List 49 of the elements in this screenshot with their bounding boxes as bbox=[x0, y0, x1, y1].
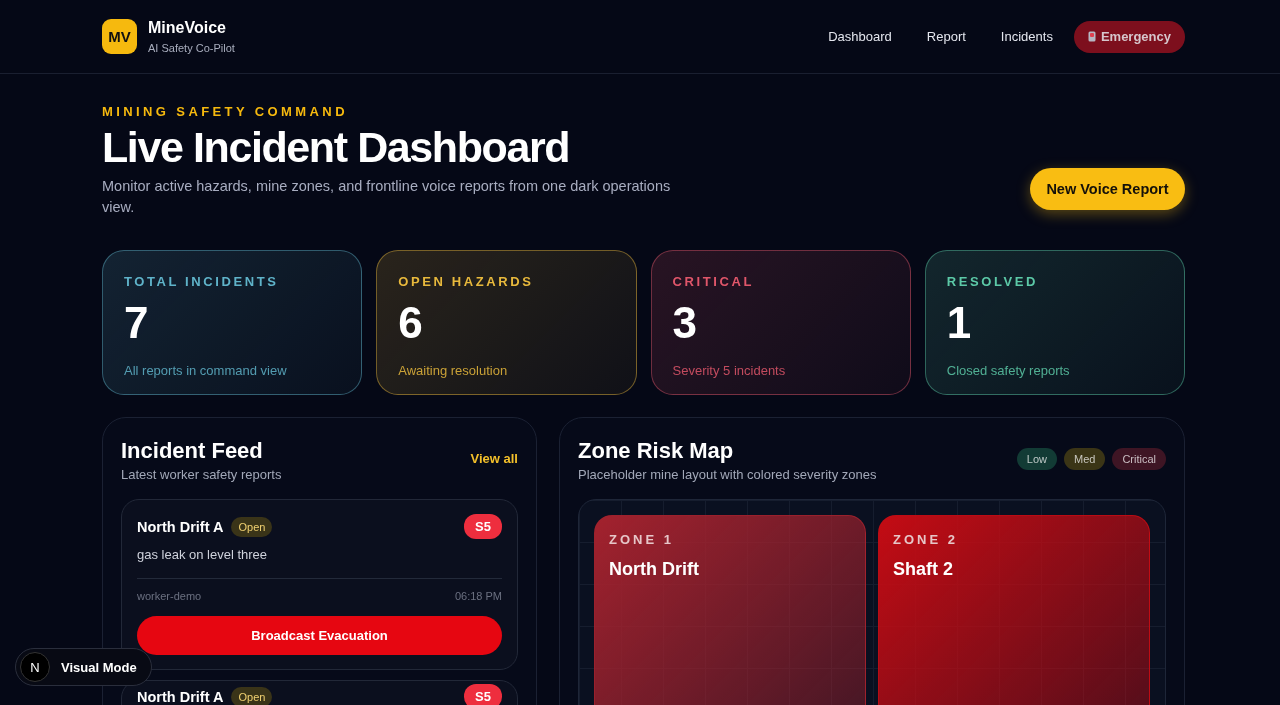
stat-value: 7 bbox=[124, 301, 150, 346]
panel-title: Zone Risk Map bbox=[578, 438, 735, 465]
legend-chip: Critical bbox=[1112, 448, 1166, 471]
zone-name: Shaft 2 bbox=[893, 559, 954, 581]
panel-subtitle: Placeholder mine layout with colored severity zones bbox=[578, 467, 877, 483]
new-voice-report-button[interactable]: New Voice Report bbox=[1030, 168, 1185, 211]
incident-location: North Drift A bbox=[137, 518, 224, 535]
incident-location: North Drift A bbox=[137, 688, 224, 705]
mode-logo: N bbox=[20, 652, 50, 682]
stat-label: RESOLVED bbox=[946, 274, 1040, 290]
nav-link[interactable]: Report bbox=[926, 29, 966, 44]
panel-title: Incident Feed bbox=[121, 438, 264, 465]
legend-chip: Med bbox=[1063, 448, 1106, 471]
status-tag: Open bbox=[231, 516, 273, 537]
broadcast-evacuation-button[interactable]: Broadcast Evacuation bbox=[137, 616, 502, 656]
stat-caption: Closed safety reports bbox=[946, 363, 1071, 379]
status-tag: Open bbox=[231, 686, 273, 705]
eyebrow-text: MINING SAFETY COMMAND bbox=[102, 104, 349, 119]
view-all-link[interactable]: View all bbox=[470, 451, 518, 467]
visual-mode-label: Visual Mode bbox=[61, 659, 137, 675]
zone-label: ZONE 1 bbox=[609, 532, 675, 548]
stat-value: 6 bbox=[398, 301, 424, 346]
stat-value: 3 bbox=[672, 301, 698, 346]
severity-tag: S5 bbox=[464, 684, 502, 705]
zone-label: ZONE 2 bbox=[893, 532, 959, 548]
nav-link[interactable]: Dashboard bbox=[828, 29, 892, 44]
incident-description: gas leak on level three bbox=[137, 547, 502, 580]
visual-mode-button[interactable]: N Visual Mode bbox=[15, 648, 152, 686]
panel-subtitle: Latest worker safety reports bbox=[121, 467, 282, 483]
severity-tag: S5 bbox=[464, 514, 502, 540]
stat-label: OPEN HAZARDS bbox=[398, 274, 535, 290]
zone-name: North Drift bbox=[609, 559, 700, 581]
report-time: 06:18 PM bbox=[454, 590, 502, 603]
stat-label: CRITICAL bbox=[672, 274, 755, 290]
stat-caption: Awaiting resolution bbox=[398, 363, 509, 379]
emergency-button[interactable]: Emergency bbox=[1073, 20, 1185, 53]
nav-link[interactable]: Incidents bbox=[1000, 29, 1053, 44]
stat-label: TOTAL INCIDENTS bbox=[124, 274, 280, 290]
page-description: Monitor active hazards, mine zones, and frontline voice reports from one dark operations view. bbox=[102, 177, 672, 218]
stat-caption: All reports in command view bbox=[124, 363, 288, 379]
brand-tagline: AI Safety Co-Pilot bbox=[148, 42, 235, 54]
logo-badge: MV bbox=[102, 19, 137, 54]
stat-caption: Severity 5 incidents bbox=[672, 363, 787, 379]
reporter-text: worker-demo bbox=[137, 590, 202, 603]
page-title: Live Incident Dashboard bbox=[102, 125, 571, 171]
stat-value: 1 bbox=[946, 301, 973, 346]
legend-chip: Low bbox=[1016, 448, 1057, 471]
alarm-icon bbox=[1087, 31, 1096, 42]
brand-name: MineVoice bbox=[148, 19, 227, 37]
